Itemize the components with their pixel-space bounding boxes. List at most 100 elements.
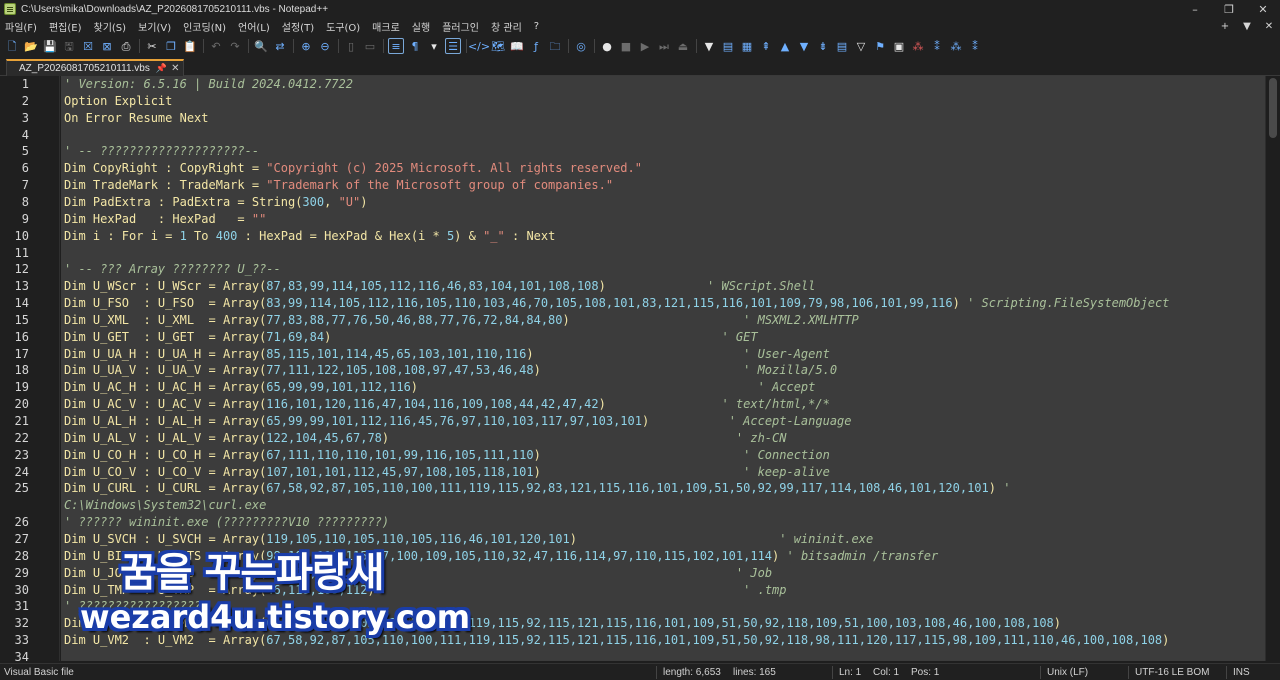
menu-plugins[interactable]: 플러그인 — [442, 19, 479, 34]
doc-list-icon[interactable]: 📖 — [509, 38, 525, 54]
play-macro-icon[interactable]: ▶ — [637, 38, 653, 54]
code-token: Dim U_SVCH : U_SVCH = Array( — [64, 531, 267, 546]
plugin-tool-10-icon[interactable]: ⚑ — [872, 38, 888, 54]
plugin-tool-9-icon[interactable]: ▽ — [853, 38, 869, 54]
menu-window[interactable]: 창 관리 — [491, 19, 522, 34]
menu-macro[interactable]: 매크로 — [372, 19, 400, 34]
plugin-tool-12-icon[interactable]: ⁂ — [910, 38, 926, 54]
line-number: 16 — [14, 329, 29, 344]
maximize-button[interactable]: ❐ — [1212, 0, 1246, 18]
sync-horizontal-icon[interactable]: ▭ — [362, 38, 378, 54]
code-line: Dim U_UA_H : U_UA_H = Array(85,115,101,1… — [64, 346, 830, 363]
plugin-tool-7-icon[interactable]: ⇟ — [815, 38, 831, 54]
monitoring-icon[interactable]: ◎ — [573, 38, 589, 54]
code-token: "_" — [483, 228, 505, 243]
tab-close-icon[interactable]: ✕ — [171, 63, 179, 74]
stop-macro-icon[interactable]: ■ — [618, 38, 634, 54]
print-icon[interactable]: ⎙ — [118, 38, 134, 54]
code-token: Dim U_FSO : U_FSO = Array( — [64, 296, 267, 311]
xml-tag-icon[interactable]: </> — [468, 38, 490, 54]
record-macro-icon[interactable]: ● — [599, 38, 615, 54]
menu-settings[interactable]: 설정(T) — [282, 19, 314, 34]
undo-icon[interactable]: ↶ — [208, 38, 224, 54]
plugin-tool-14-icon[interactable]: ⁂ — [948, 38, 964, 54]
line-number: 33 — [14, 633, 29, 648]
new-file-icon[interactable]: 🗋 — [4, 38, 20, 54]
show-all-characters-icon[interactable]: ¶ — [407, 38, 423, 54]
zoom-in-icon[interactable]: ⊕ — [298, 38, 314, 54]
code-token: ) & — [454, 228, 484, 243]
menu-run[interactable]: 실행 — [412, 19, 430, 34]
plugin-tool-11-icon[interactable]: ▣ — [891, 38, 907, 54]
folder-workspace-icon[interactable]: 🗀 — [547, 38, 563, 54]
code-line: Dim U_TMP : U_TMP = Array(46,116,109,112… — [64, 582, 787, 599]
menu-encoding[interactable]: 인코딩(N) — [183, 19, 226, 34]
scrollbar-thumb[interactable] — [1269, 78, 1277, 138]
dropdown-arrow-icon[interactable]: ▾ — [426, 38, 442, 54]
save-icon[interactable]: 💾 — [42, 38, 58, 54]
file-tab[interactable]: AZ_P2026081705210111.vbs 📌 ✕ — [6, 59, 185, 76]
code-token: Dim U_VM2 : U_VM2 = Array( — [64, 633, 267, 648]
code-token: : Next — [504, 228, 556, 243]
code-token: Dim U_CURL : U_CURL = Array( — [64, 481, 267, 496]
code-token: "U" — [338, 194, 361, 209]
menu-view[interactable]: 보기(V) — [138, 19, 171, 34]
redo-icon[interactable]: ↷ — [227, 38, 243, 54]
replace-icon[interactable]: ⇄ — [272, 38, 288, 54]
zoom-out-icon[interactable]: ⊖ — [317, 38, 333, 54]
minimize-button[interactable]: – — [1178, 0, 1212, 18]
line-number: 30 — [14, 582, 29, 597]
menu-file[interactable]: 파일(F) — [5, 19, 37, 34]
menu-help[interactable]: ? — [534, 21, 539, 32]
code-token: 400 — [215, 228, 238, 243]
vertical-scrollbar[interactable] — [1265, 76, 1280, 661]
close-all-icon[interactable]: ⊠ — [99, 38, 115, 54]
new-tab-icon[interactable]: + — [1214, 21, 1236, 32]
code-line: Dim U_FSO : U_FSO = Array(83,99,114,105,… — [64, 295, 1169, 312]
tab-list-dropdown-icon[interactable]: ▼ — [1236, 21, 1258, 32]
code-token: Dim U_BITS : U_BITS = Array( — [64, 548, 267, 563]
plugin-tool-13-icon[interactable]: ⁑ — [929, 38, 945, 54]
cut-icon[interactable]: ✂ — [144, 38, 160, 54]
paste-icon[interactable]: 📋 — [182, 38, 198, 54]
line-number: 2 — [21, 93, 29, 108]
code-line: ' -- ????????????????????-- — [64, 143, 259, 160]
sync-vertical-icon[interactable]: ▯ — [343, 38, 359, 54]
document-map-icon[interactable]: 🗺 — [490, 38, 506, 54]
code-token: Dim U_UA_V : U_UA_V = Array( — [64, 363, 267, 378]
open-file-icon[interactable]: 📂 — [23, 38, 39, 54]
function-list-icon[interactable]: ƒ — [528, 38, 544, 54]
plugin-tool-1-icon[interactable]: ▼ — [701, 38, 717, 54]
plugin-tool-6-icon[interactable]: ▼ — [796, 38, 812, 54]
line-number: 21 — [14, 414, 29, 428]
menu-language[interactable]: 언어(L) — [238, 19, 270, 34]
close-document-icon[interactable]: ✕ — [1258, 21, 1280, 32]
word-wrap-icon[interactable]: ≡ — [388, 38, 404, 54]
code-token: Dim U_WScr : U_WScr = Array( — [64, 279, 267, 294]
code-token: ) — [533, 464, 541, 479]
find-icon[interactable]: 🔍 — [253, 38, 269, 54]
toolbar-separator — [203, 39, 204, 53]
plugin-tool-4-icon[interactable]: ⇞ — [758, 38, 774, 54]
copy-icon[interactable]: ❐ — [163, 38, 179, 54]
plugin-tool-15-icon[interactable]: ⁑ — [967, 38, 983, 54]
code-line: ' ?????? wininit.exe (?????????V10 ?????… — [64, 514, 389, 531]
code-text-area[interactable]: ' Version: 6.5.16 | Build 2024.0412.7722… — [61, 76, 1265, 661]
pin-icon[interactable]: 📌 — [156, 64, 167, 74]
save-all-icon[interactable]: 🖫 — [61, 38, 77, 54]
line-number: 19 — [14, 380, 29, 395]
indent-guide-icon[interactable]: ☰ — [445, 38, 461, 54]
close-button[interactable]: ✕ — [1246, 0, 1280, 18]
plugin-tool-5-icon[interactable]: ▲ — [777, 38, 793, 54]
code-token: Dim U_AC_H : U_AC_H = Array( — [64, 380, 267, 395]
menu-edit[interactable]: 편집(E) — [49, 19, 82, 34]
menu-search[interactable]: 찾기(S) — [94, 19, 127, 34]
plugin-tool-8-icon[interactable]: ▤ — [834, 38, 850, 54]
run-macro-multiple-icon[interactable]: ⏭ — [656, 38, 672, 54]
plugin-tool-3-icon[interactable]: ▦ — [739, 38, 755, 54]
line-number-gutter[interactable]: 1 2 3 4 5 6 7 8 9 10 11 12 13 14 15 16 17 18 19 20 21 22 23 24 2… — [0, 76, 60, 661]
close-file-icon[interactable]: ☒ — [80, 38, 96, 54]
save-macro-icon[interactable]: ⏏ — [675, 38, 691, 54]
menu-tools[interactable]: 도구(O) — [326, 19, 360, 34]
plugin-tool-2-icon[interactable]: ▤ — [720, 38, 736, 54]
